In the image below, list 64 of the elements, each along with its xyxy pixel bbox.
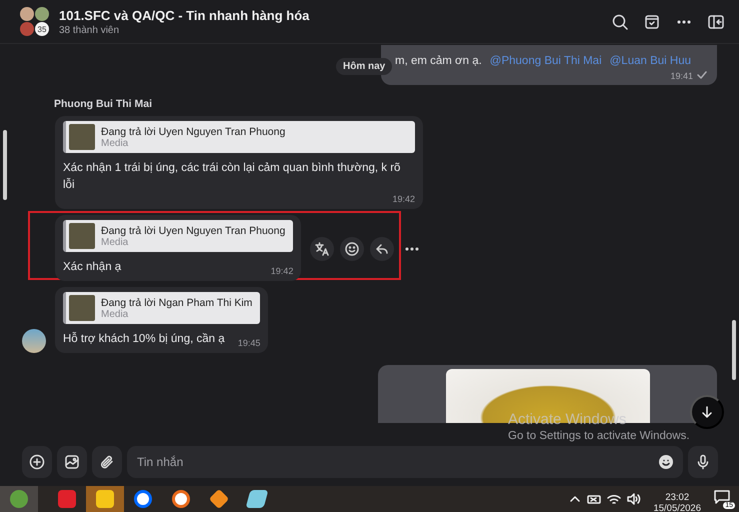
reply-type: Media [101, 308, 130, 320]
reply-quote[interactable]: Đang trả lời Uyen Nguyen Tran Phuong Media [63, 220, 294, 252]
add-button[interactable] [22, 446, 52, 478]
paperclip-icon [99, 454, 115, 470]
app-icon[interactable] [134, 490, 152, 508]
message-text: m, em cảm ơn ạ. [395, 55, 482, 67]
app-icon [10, 490, 28, 508]
message-text: Hỗ trợ khách 10% bị úng, cần ạ [63, 331, 225, 347]
message-text: Xác nhận ạ [63, 260, 122, 275]
reply-author: Đang trả lời Uyen Nguyen Tran Phuong [101, 126, 286, 138]
message-time: 19:42 [392, 194, 415, 204]
reply-quote[interactable]: Đang trả lời Ngan Pham Thi Kim Media [63, 292, 260, 324]
speaker-icon[interactable] [627, 493, 642, 505]
sender-name: Phuong Bui Thi Mai [54, 98, 153, 110]
clock-time: 23:02 [664, 492, 690, 503]
attach-button[interactable] [92, 446, 122, 478]
translate-icon [315, 242, 330, 256]
side-panel-icon[interactable] [707, 12, 725, 30]
message-time: 19:45 [238, 338, 260, 348]
message-time: 19:42 [270, 266, 294, 276]
image-button[interactable] [57, 446, 87, 478]
message-time: 19:41 [670, 71, 693, 81]
chat-title: 101.SFC và QA/QC - Tin nhanh hàng hóa [59, 8, 310, 22]
member-count: 38 thành viên [59, 24, 120, 36]
app-icon[interactable] [246, 490, 268, 508]
photo-placeholder [69, 124, 95, 150]
avatar-count: 35 [35, 22, 49, 36]
microphone-icon [695, 454, 711, 470]
smiley-icon [658, 454, 674, 470]
scrollbar-thumb[interactable] [732, 320, 736, 380]
group-avatar [20, 22, 34, 36]
voice-button[interactable] [688, 446, 718, 478]
group-avatar [35, 7, 49, 21]
clock-date: 15/05/2026 [653, 503, 701, 512]
reply-button[interactable] [370, 237, 394, 261]
activation-subtitle: Go to Settings to activate Windows. [508, 430, 690, 442]
message-input[interactable]: Tin nhắn [127, 446, 683, 478]
reply-type: Media [101, 138, 130, 148]
scrollbar-thumb[interactable] [3, 130, 7, 200]
plus-circle-icon [29, 454, 45, 470]
message-text: Xác nhận 1 trái bị úng, các trái còn lại cảm quan bình thường, k rõ lỗi [63, 161, 402, 193]
reply-author: Đang trả lời Uyen Nguyen Tran Phuong [101, 224, 286, 236]
app-icon[interactable] [172, 490, 190, 508]
smiley-icon [345, 242, 360, 256]
image-message[interactable] [378, 365, 717, 423]
date-divider: Hôm nay [336, 58, 392, 75]
keyboard-icon[interactable] [587, 493, 602, 505]
down-arrow-icon [700, 405, 714, 419]
reaction-button[interactable] [340, 237, 364, 261]
emoji-button[interactable] [658, 454, 674, 470]
translate-button[interactable] [310, 237, 334, 261]
reply-quote[interactable]: Đang trả lời Uyen Nguyen Tran Phuong Media [63, 121, 415, 153]
image-icon [64, 454, 80, 470]
taskbar-app-button[interactable] [0, 486, 38, 512]
calendar-check-icon[interactable] [643, 12, 661, 30]
photo-placeholder [69, 295, 95, 321]
reply-arrow-icon [375, 242, 390, 256]
search-icon[interactable] [611, 12, 629, 30]
group-avatar [20, 7, 34, 21]
photo-placeholder [69, 223, 95, 249]
wifi-icon[interactable] [607, 493, 622, 505]
reply-author: Đang trả lời Ngan Pham Thi Kim [101, 296, 252, 308]
scroll-down-button[interactable] [690, 395, 724, 429]
reply-type: Media [101, 236, 130, 248]
